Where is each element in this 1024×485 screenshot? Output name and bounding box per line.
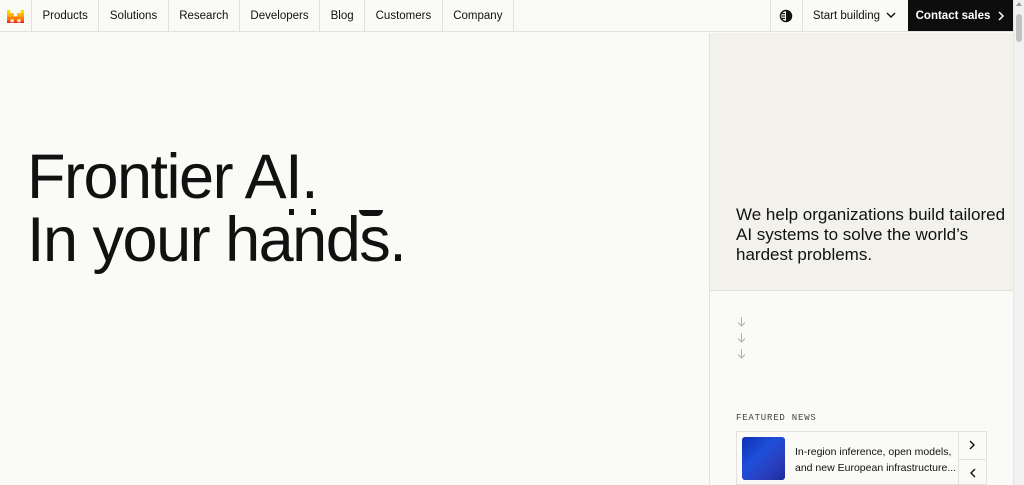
- top-navigation: Products Solutions Research Developers B…: [0, 0, 1013, 32]
- hero-letter-fragment: [289, 209, 294, 215]
- news-next-button[interactable]: [959, 432, 986, 459]
- news-thumbnail: [742, 437, 785, 480]
- featured-news-label: FEATURED NEWS: [736, 413, 817, 423]
- nav-company[interactable]: Company: [443, 0, 514, 31]
- chevron-right-icon: [969, 440, 975, 450]
- nav-customers[interactable]: Customers: [365, 0, 443, 31]
- contact-sales-button[interactable]: Contact sales: [908, 0, 1013, 31]
- news-prev-button[interactable]: [959, 458, 986, 485]
- news-headline[interactable]: In-region inference, open models, and ne…: [795, 444, 960, 476]
- arrow-down-icon: [735, 332, 747, 344]
- scroll-up-arrow-icon[interactable]: [1016, 2, 1022, 6]
- scroll-indicator: [735, 316, 747, 360]
- hero-letter-fragment: [359, 210, 383, 216]
- chevron-down-icon: [886, 12, 896, 18]
- page-scrollbar[interactable]: [1013, 0, 1024, 485]
- brand-logo-icon[interactable]: [0, 0, 32, 32]
- nav-solutions[interactable]: Solutions: [99, 0, 169, 31]
- hero-title: Frontier AI. In your hands.: [27, 142, 407, 275]
- scrollbar-thumb[interactable]: [1016, 14, 1022, 42]
- nav-products[interactable]: Products: [32, 0, 100, 31]
- hero-tagline: We help organizations build tailored AI …: [736, 205, 1006, 264]
- chevron-right-icon: [998, 10, 1005, 21]
- nav-blog[interactable]: Blog: [320, 0, 366, 31]
- hero-letter-fragment: [311, 209, 316, 215]
- hero-line-2: In your hands.: [27, 205, 407, 275]
- hero-line-1: Frontier AI.: [27, 142, 319, 212]
- nav-developers[interactable]: Developers: [240, 0, 321, 31]
- featured-news-card[interactable]: In-region inference, open models, and ne…: [736, 431, 987, 485]
- chevron-left-icon: [970, 468, 976, 478]
- nav-research[interactable]: Research: [169, 0, 240, 31]
- arrow-down-icon: [735, 348, 747, 360]
- start-building-button[interactable]: Start building: [801, 0, 908, 31]
- start-building-label: Start building: [812, 9, 880, 22]
- news-headline-line-2: and new European infrastructure...: [795, 462, 957, 474]
- theme-toggle-button[interactable]: [769, 0, 802, 31]
- arrow-down-icon: [735, 316, 747, 328]
- news-headline-line-1: In-region inference, open models,: [795, 446, 952, 458]
- contact-sales-label: Contact sales: [915, 9, 991, 22]
- news-carousel-controls: [958, 432, 986, 485]
- theme-toggle-icon: [780, 9, 793, 22]
